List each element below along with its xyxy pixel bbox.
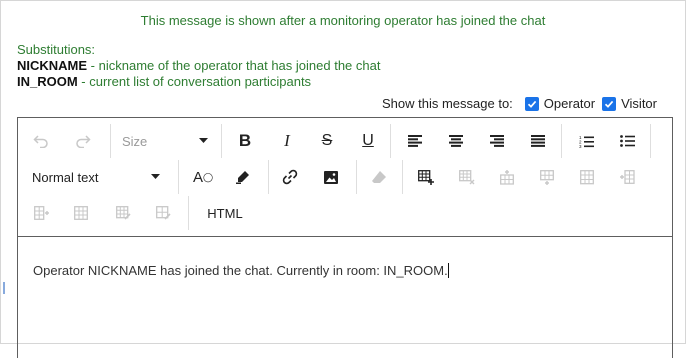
chevron-down-icon bbox=[151, 174, 160, 179]
align-left-icon[interactable] bbox=[402, 130, 428, 152]
checkmark-icon bbox=[602, 96, 617, 111]
substitution-desc: - current list of conversation participa… bbox=[77, 74, 312, 89]
highlight-icon[interactable] bbox=[230, 166, 256, 188]
insert-row-above-icon[interactable] bbox=[494, 166, 520, 188]
numbered-list-icon[interactable]: 123 bbox=[573, 130, 599, 152]
bold-icon[interactable]: B bbox=[232, 130, 258, 152]
insert-row-below-icon[interactable] bbox=[534, 166, 560, 188]
toolbar-separator bbox=[268, 160, 269, 194]
toolbar-separator bbox=[188, 196, 189, 230]
italic-icon[interactable]: I bbox=[274, 130, 300, 152]
operator-checkbox[interactable]: Operator bbox=[524, 96, 596, 111]
substitution-item: IN_ROOM - current list of conversation p… bbox=[17, 74, 387, 90]
underline-icon[interactable]: U bbox=[355, 130, 381, 152]
toolbar-separator bbox=[650, 124, 651, 158]
substitution-desc: - nickname of the operator that has join… bbox=[87, 58, 381, 73]
link-icon[interactable] bbox=[277, 166, 303, 188]
toolbar-separator bbox=[110, 124, 111, 158]
font-color-icon[interactable]: A ◯ bbox=[190, 166, 216, 188]
bullet-list-icon[interactable] bbox=[614, 130, 640, 152]
strikethrough-icon[interactable]: S bbox=[314, 130, 340, 152]
font-size-select[interactable]: Size bbox=[116, 130, 212, 152]
align-justify-icon[interactable] bbox=[525, 130, 551, 152]
delete-row-icon[interactable] bbox=[574, 166, 600, 188]
insert-column-right-icon[interactable] bbox=[28, 202, 54, 224]
toolbar-separator bbox=[390, 124, 391, 158]
align-right-icon[interactable] bbox=[484, 130, 510, 152]
insert-table-icon[interactable] bbox=[413, 166, 439, 188]
editor-toolbar: Size B I S U 123 Normal text A ◯ HTML bbox=[18, 118, 672, 237]
undo-icon[interactable] bbox=[28, 130, 54, 152]
delete-table-icon[interactable] bbox=[454, 166, 480, 188]
table-row-props-icon[interactable] bbox=[110, 202, 136, 224]
rich-text-editor: Size B I S U 123 Normal text A ◯ HTML Op… bbox=[17, 117, 673, 358]
checkmark-icon bbox=[524, 96, 539, 111]
focus-indicator bbox=[3, 282, 5, 294]
block-format-select[interactable]: Normal text bbox=[28, 166, 164, 188]
substitutions-title: Substitutions: bbox=[17, 42, 96, 57]
show-to-options: Show this message to: Operator Visitor bbox=[382, 96, 664, 111]
operator-checkbox-label: Operator bbox=[543, 96, 596, 111]
insert-column-left-icon[interactable] bbox=[614, 166, 640, 188]
visitor-checkbox-label: Visitor bbox=[621, 96, 657, 111]
editor-text: Operator NICKNAME has joined the chat. C… bbox=[33, 263, 448, 278]
chevron-down-icon bbox=[199, 138, 208, 143]
table-cell-props-icon[interactable] bbox=[150, 202, 176, 224]
show-to-label: Show this message to: bbox=[382, 96, 513, 111]
svg-text:3: 3 bbox=[579, 144, 582, 148]
visitor-checkbox[interactable]: Visitor bbox=[602, 96, 657, 111]
toolbar-separator bbox=[221, 124, 222, 158]
toolbar-separator bbox=[178, 160, 179, 194]
toolbar-separator bbox=[402, 160, 403, 194]
substitution-key: IN_ROOM bbox=[17, 74, 78, 89]
substitution-key: NICKNAME bbox=[17, 58, 88, 73]
eraser-icon[interactable] bbox=[366, 166, 392, 188]
toolbar-separator bbox=[561, 124, 562, 158]
html-source-button[interactable]: HTML bbox=[200, 202, 250, 224]
substitution-item: NICKNAME - nickname of the operator that… bbox=[17, 58, 387, 74]
substitutions-help: Substitutions: NICKNAME - nickname of th… bbox=[17, 42, 387, 90]
image-icon[interactable] bbox=[318, 166, 344, 188]
text-caret bbox=[447, 263, 449, 278]
align-center-icon[interactable] bbox=[443, 130, 469, 152]
toolbar-separator bbox=[356, 160, 357, 194]
editor-content[interactable]: Operator NICKNAME has joined the chat. C… bbox=[33, 263, 449, 278]
header-message: This message is shown after a monitoring… bbox=[140, 13, 546, 28]
redo-icon[interactable] bbox=[70, 130, 96, 152]
block-format-label: Normal text bbox=[32, 169, 99, 185]
font-size-label: Size bbox=[122, 133, 148, 149]
delete-column-icon[interactable] bbox=[68, 202, 94, 224]
